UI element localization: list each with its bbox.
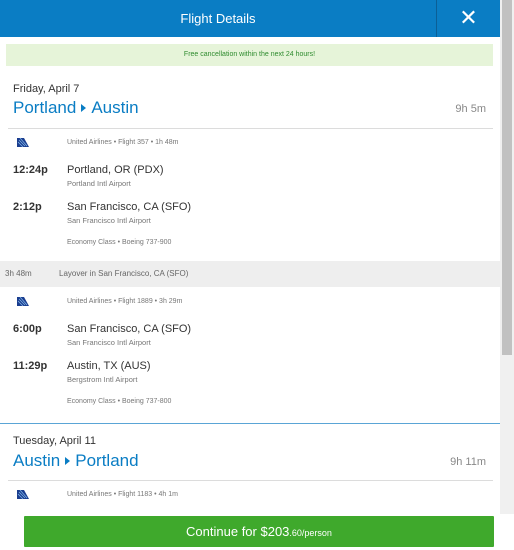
outbound-origin: Portland (13, 98, 77, 117)
cabin-info: Economy Class • Boeing 737-900 (67, 239, 172, 246)
arrive-city: San Francisco, CA (SFO) (67, 201, 192, 213)
depart-city: Portland, OR (PDX) (67, 164, 164, 176)
return-origin: Austin (13, 451, 61, 470)
united-airlines-logo-icon (16, 136, 30, 148)
depart-airport: San Francisco Intl Airport (67, 338, 151, 347)
flight-details-panel: Free cancellation within the next 24 hou… (0, 37, 500, 514)
return-destination: Portland (75, 451, 139, 470)
arrive-time: 2:12p (13, 201, 42, 213)
arrive-airport: San Francisco Intl Airport (67, 216, 151, 225)
flight-info: United Airlines • Flight 1183 • 4h 1m (67, 491, 178, 498)
continue-price-cents: .60/person (289, 528, 332, 538)
return-route: Austin Portland (13, 451, 139, 471)
outbound-route: Portland Austin (13, 98, 139, 118)
flight-info: United Airlines • Flight 1889 • 3h 29m (67, 298, 183, 305)
return-date: Tuesday, April 11 (13, 435, 96, 447)
close-button[interactable]: ✕ (436, 0, 500, 37)
outbound-duration: 9h 5m (455, 103, 486, 115)
footer: Continue for $203.60/person (0, 514, 514, 550)
return-duration: 9h 11m (450, 456, 486, 468)
page-title: Flight Details (180, 11, 256, 26)
layover-duration: 3h 48m (5, 269, 32, 278)
arrive-time: 11:29p (13, 360, 48, 372)
depart-city: San Francisco, CA (SFO) (67, 323, 192, 335)
outbound-date: Friday, April 7 (13, 83, 80, 95)
layover-text: Layover in San Francisco, CA (SFO) (59, 269, 189, 278)
scrollbar-thumb[interactable] (502, 0, 512, 355)
arrive-airport: Bergstrom Intl Airport (67, 375, 138, 384)
flight-info: United Airlines • Flight 357 • 1h 48m (67, 139, 179, 146)
continue-price: Continue for $203 (186, 524, 290, 539)
arrive-city: Austin, TX (AUS) (67, 360, 151, 372)
united-airlines-logo-icon (16, 488, 30, 500)
depart-airport: Portland Intl Airport (67, 179, 131, 188)
depart-time: 6:00p (13, 323, 42, 335)
cabin-info: Economy Class • Boeing 737-800 (67, 398, 172, 405)
continue-button[interactable]: Continue for $203.60/person (24, 516, 494, 547)
divider (8, 128, 493, 129)
leg-divider (0, 423, 500, 424)
divider (8, 480, 493, 481)
depart-time: 12:24p (13, 164, 48, 176)
route-arrow-icon (81, 103, 87, 112)
united-airlines-logo-icon (16, 295, 30, 307)
layover-bar: 3h 48m Layover in San Francisco, CA (SFO… (0, 261, 500, 287)
header-bar: Flight Details ✕ (0, 0, 500, 37)
route-arrow-icon (65, 456, 71, 465)
close-icon: ✕ (459, 5, 478, 30)
free-cancellation-notice: Free cancellation within the next 24 hou… (6, 44, 493, 66)
outbound-destination: Austin (91, 98, 139, 117)
